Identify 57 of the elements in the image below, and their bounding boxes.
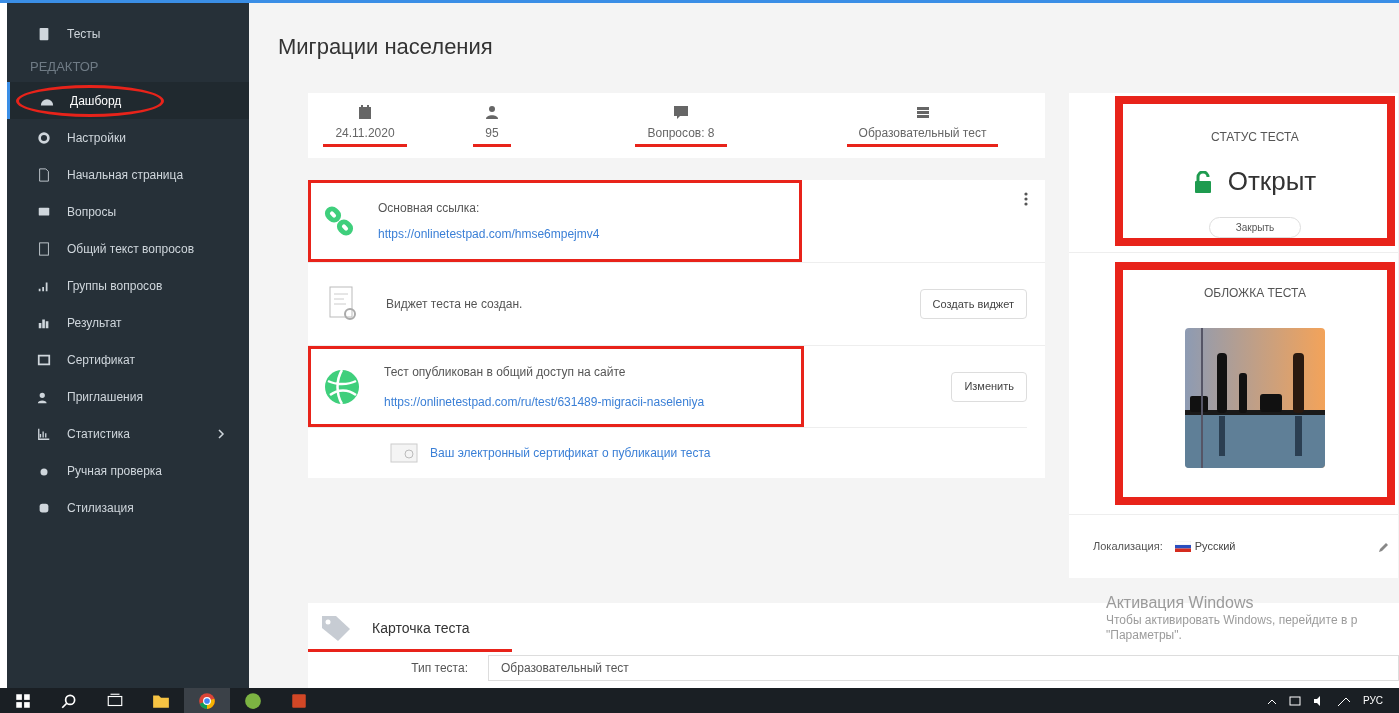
stat-value: 24.11.2020 bbox=[323, 124, 407, 147]
sidebar-item[interactable]: Начальная страница bbox=[7, 156, 249, 193]
sidebar-item[interactable]: Ручная проверка bbox=[7, 452, 249, 489]
language-indicator[interactable]: РУС bbox=[1362, 693, 1383, 708]
monitor-icon[interactable] bbox=[1288, 694, 1301, 707]
published-text: Тест опубликован в общий доступ на сайте bbox=[384, 363, 627, 381]
calendar-icon bbox=[357, 104, 373, 120]
certificate-icon bbox=[390, 443, 418, 463]
sidebar-item[interactable]: Приглашения bbox=[7, 378, 249, 415]
doc-icon bbox=[37, 241, 51, 256]
activation-title: Активация Windows bbox=[1106, 593, 1255, 613]
widget-icon bbox=[328, 285, 358, 323]
russian-flag-icon bbox=[1174, 541, 1191, 552]
activation-text: "Параметры". bbox=[1106, 628, 1183, 643]
localization-value: Русский bbox=[1194, 539, 1237, 555]
sidebar-item[interactable]: Статистика bbox=[7, 415, 249, 452]
stack-icon bbox=[914, 104, 931, 120]
status-value: Открыт bbox=[1227, 165, 1317, 198]
browser-icon[interactable] bbox=[198, 691, 216, 710]
stat-value: Образовательный тест bbox=[846, 124, 999, 147]
card-icon bbox=[37, 352, 51, 367]
sidebar-item[interactable]: Группы вопросов bbox=[7, 267, 249, 304]
stat-value: Вопросов: 8 bbox=[635, 124, 727, 147]
file-icon bbox=[37, 167, 51, 182]
more-icon[interactable] bbox=[1024, 192, 1028, 206]
sidebar-item[interactable]: Дашборд bbox=[7, 82, 249, 119]
presentation-icon[interactable] bbox=[290, 691, 308, 710]
sidebar-heading: РЕДАКТОР bbox=[29, 58, 100, 77]
sidebar-item[interactable]: Общий текст вопросов bbox=[7, 230, 249, 267]
widget-status-text: Виджет теста не создан. bbox=[386, 296, 524, 313]
sidebar-item[interactable]: Тесты bbox=[7, 15, 249, 52]
link-label: Основная ссылка: bbox=[378, 200, 481, 217]
edit-button[interactable]: Изменить bbox=[951, 371, 1027, 402]
field-label: Тип теста: bbox=[410, 660, 469, 677]
page-title: Миграции населения bbox=[277, 33, 494, 61]
globe-icon bbox=[324, 368, 360, 405]
card-heading: Карточка теста bbox=[372, 618, 470, 638]
chart-icon bbox=[37, 426, 51, 441]
users-icon bbox=[484, 104, 500, 120]
windows-icon[interactable] bbox=[14, 691, 32, 710]
cover-heading: ОБЛОЖКА ТЕСТА bbox=[1203, 285, 1307, 302]
test-link[interactable]: https://onlinetestpad.com/hmse6mpejmv4 bbox=[378, 225, 600, 243]
create-widget-button[interactable]: Создать виджет bbox=[919, 289, 1027, 319]
sidebar-item[interactable]: Сертификат bbox=[7, 341, 249, 378]
stat-value: 95 bbox=[473, 124, 511, 147]
pencil-icon[interactable] bbox=[1378, 540, 1390, 553]
select-field[interactable]: Образовательный тест bbox=[488, 655, 1399, 681]
sidebar-item[interactable]: Настройки bbox=[7, 119, 249, 156]
sidebar-item[interactable]: Результат bbox=[7, 304, 249, 341]
link-icon bbox=[324, 206, 354, 236]
localization-label: Локализация: bbox=[1093, 539, 1163, 555]
certificate-link[interactable]: Ваш электронный сертификат о публикации теста bbox=[430, 444, 711, 462]
public-test-link[interactable]: https://onlinetestpad.com/ru/test/631489-migracii-naseleniya bbox=[384, 392, 705, 411]
status-heading: СТАТУС ТЕСТА bbox=[1211, 129, 1299, 146]
sidebar-item[interactable]: Стилизация bbox=[7, 489, 249, 526]
sidebar-item[interactable]: Вопросы bbox=[7, 193, 249, 230]
activation-text: Чтобы активировать Windows, перейдите в р bbox=[1106, 613, 1358, 628]
